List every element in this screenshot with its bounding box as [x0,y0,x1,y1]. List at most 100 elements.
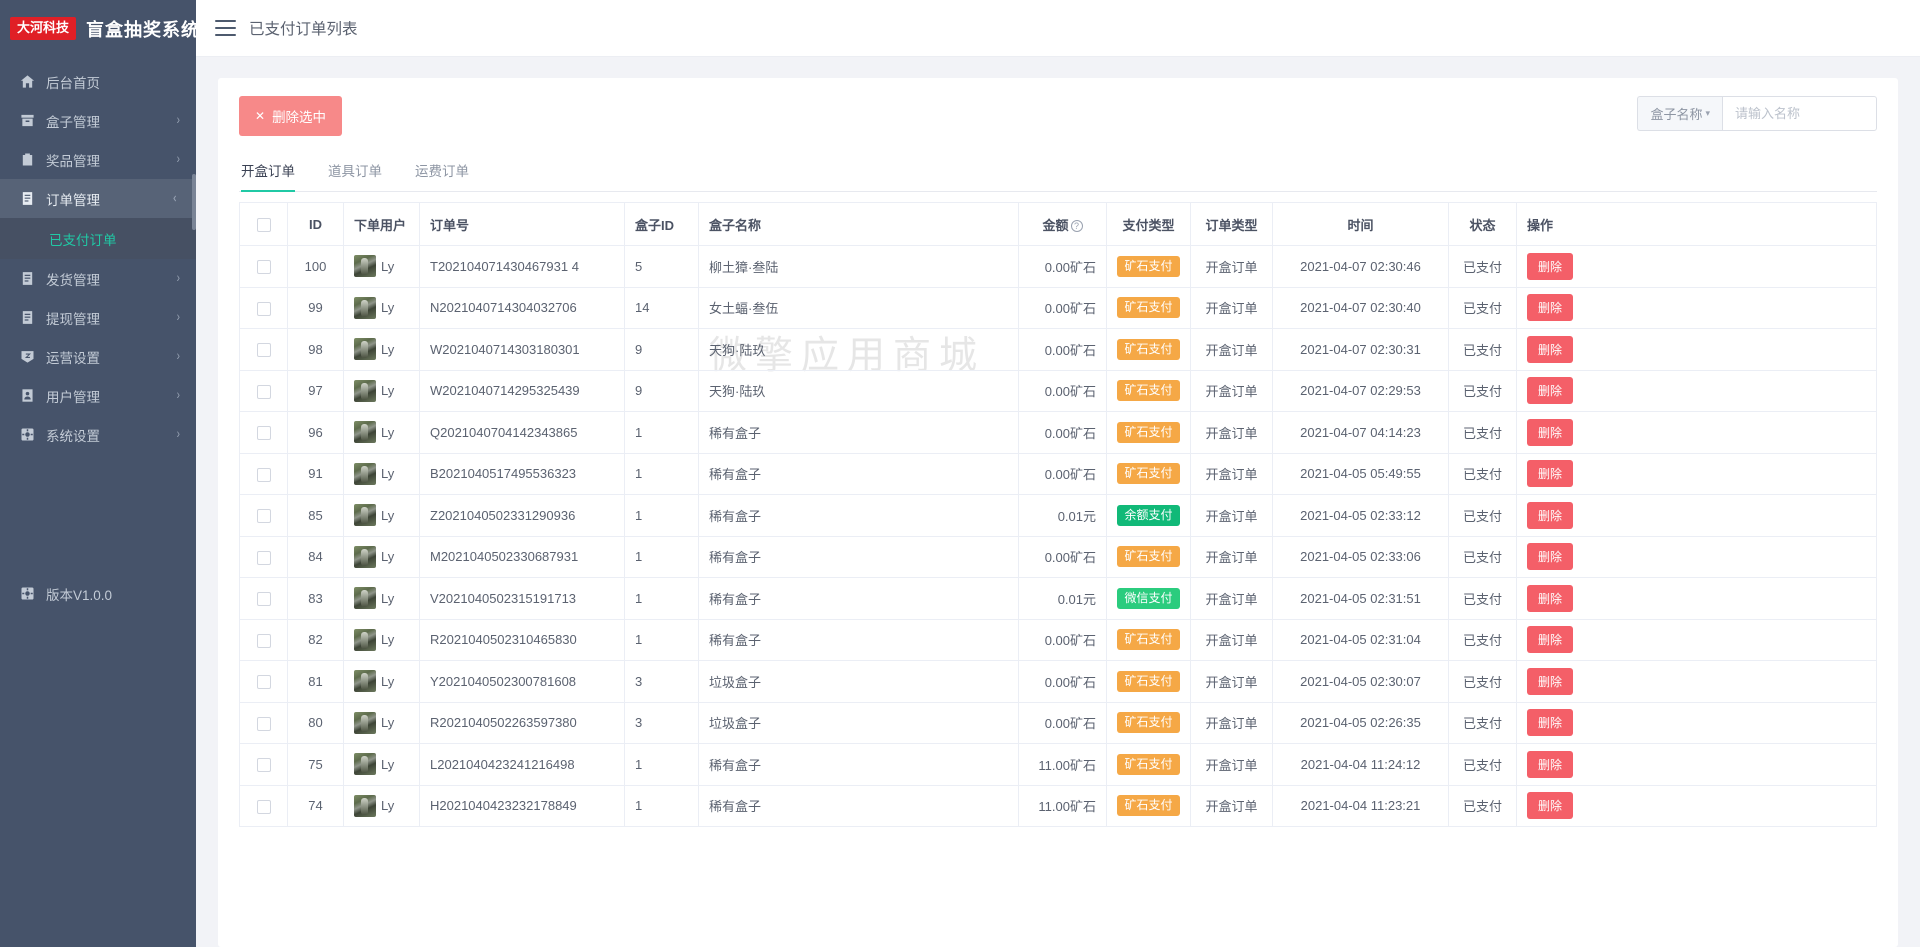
delete-row-button[interactable]: 删除 [1527,750,1574,778]
select-all-checkbox[interactable] [256,217,271,232]
avatar [354,794,376,817]
sidebar-item-shipping[interactable]: 发货管理 › [0,259,196,298]
delete-selected-button[interactable]: ✕ 删除选中 [239,96,343,136]
delete-row-button[interactable]: 删除 [1527,418,1574,446]
search-input[interactable] [1722,96,1877,131]
cell-user-name: Ly [381,258,395,274]
sidebar-item-order[interactable]: 订单管理 ⌄ [0,179,196,218]
tab-open-box-orders[interactable]: 开盒订单 [241,152,295,192]
row-checkbox[interactable] [256,384,271,399]
delete-row-button[interactable]: 删除 [1527,252,1574,280]
cell-amount: 0.00矿石 [1018,660,1107,703]
cell-box-name: 稀有盒子 [698,411,1019,454]
delete-row-button[interactable]: 删除 [1527,335,1574,363]
sidebar-item-users[interactable]: 用户管理 › [0,376,196,415]
header-action: 操作 [1516,202,1877,246]
sidebar-item-box[interactable]: 盒子管理 › [0,101,196,140]
tab-freight-orders[interactable]: 运费订单 [415,152,469,191]
chevron-right-icon-operations: › [176,348,180,365]
row-checkbox[interactable] [256,467,271,482]
cell-amount: 0.00矿石 [1018,411,1107,454]
row-checkbox[interactable] [256,758,271,773]
cell-order-no: T202104071430467931 4 [419,245,625,288]
help-circle-icon[interactable]: ? [1070,219,1083,232]
delete-row-button[interactable]: 删除 [1527,294,1574,322]
cell-time: 2021-04-05 02:30:07 [1272,660,1449,703]
header-amount-label: 金额 [1042,217,1069,233]
header-select-all [239,202,288,246]
sidebar-item-system[interactable]: 系统设置 › [0,415,196,454]
cell-pay-type: 矿石支付 [1106,784,1191,827]
sidebar: 大河科技 盲盒抽奖系统 后台首页 盒子管理 › 奖品管理 › 订单管理 ⌄ 已支… [0,0,196,947]
search-field-selector[interactable]: 盒子名称 ▾ [1637,96,1722,131]
delete-row-button[interactable]: 删除 [1527,377,1574,405]
content-region: ✕ 删除选中 盒子名称 ▾ 开盒订单 [196,57,1920,947]
row-checkbox[interactable] [256,260,271,275]
row-select-cell [239,369,288,412]
page-title: 已支付订单列表 [249,21,358,38]
search-group: 盒子名称 ▾ [1637,96,1877,131]
cell-amount: 0.00矿石 [1018,618,1107,661]
cell-pay-type: 矿石支付 [1106,618,1191,661]
row-checkbox[interactable] [256,426,271,441]
delete-row-button[interactable]: 删除 [1527,667,1574,695]
row-checkbox[interactable] [256,675,271,690]
hamburger-icon[interactable] [215,20,236,36]
sidebar-scrollbar[interactable] [192,174,196,230]
cell-box-name: 稀有盒子 [698,535,1019,578]
cell-box-name: 稀有盒子 [698,743,1019,786]
cell-box-name: 柳土獐·叁陆 [698,245,1019,288]
delete-row-button[interactable]: 删除 [1527,460,1574,488]
avatar [354,462,376,485]
row-checkbox[interactable] [256,509,271,524]
table-row: 98 Ly W2021040714303180301 9 天狗·陆玖 0.00矿石 矿石支付… [239,328,1877,371]
cell-amount: 0.00矿石 [1018,535,1107,578]
cell-order-no: R2021040502263597380 [419,701,625,744]
sidebar-item-prize[interactable]: 奖品管理 › [0,140,196,179]
avatar [354,296,376,319]
tab-item-orders[interactable]: 道具订单 [328,152,382,191]
cell-status: 已支付 [1448,411,1517,454]
delete-row-button[interactable]: 删除 [1527,543,1574,571]
delete-row-button[interactable]: 删除 [1527,501,1574,529]
version-icon [19,586,35,602]
cell-user: Ly [343,618,420,661]
row-checkbox[interactable] [256,343,271,358]
chevron-right-icon-users: › [176,387,180,404]
row-checkbox[interactable] [256,550,271,565]
cell-status: 已支付 [1448,328,1517,371]
cell-action: 删除 [1516,784,1877,827]
chevron-down-icon-search: ▾ [1705,108,1710,118]
sidebar-item-home[interactable]: 后台首页 [0,62,196,101]
row-checkbox[interactable] [256,799,271,814]
row-checkbox[interactable] [256,716,271,731]
cell-amount: 11.00矿石 [1018,743,1107,786]
delete-row-button[interactable]: 删除 [1527,792,1574,820]
row-checkbox[interactable] [256,301,271,316]
cell-box-id: 1 [624,743,699,786]
avatar [354,670,376,693]
cell-order-type: 开盒订单 [1190,784,1273,827]
cell-order-no: N2021040714304032706 [419,286,625,329]
delete-row-button[interactable]: 删除 [1527,709,1574,737]
table-row: 99 Ly N2021040714304032706 14 女土蝠·叁伍 0.00矿石 矿石… [239,286,1877,329]
sidebar-item-operations[interactable]: 运营设置 › [0,337,196,376]
sidebar-item-withdraw[interactable]: 提现管理 › [0,298,196,337]
chevron-right-icon-prize: › [176,151,180,168]
cell-pay-type: 矿石支付 [1106,535,1191,578]
cell-order-type: 开盒订单 [1190,701,1273,744]
cell-order-type: 开盒订单 [1190,494,1273,537]
row-checkbox[interactable] [256,592,271,607]
row-checkbox[interactable] [256,633,271,648]
cell-amount: 0.00矿石 [1018,369,1107,412]
header-order-type: 订单类型 [1190,202,1273,246]
sidebar-item-version[interactable]: 版本V1.0.0 [0,574,196,613]
box-icon [19,113,35,129]
delete-row-button[interactable]: 删除 [1527,584,1574,612]
cell-status: 已支付 [1448,535,1517,578]
cell-user-name: Ly [381,632,395,648]
table-row: 100 Ly T202104071430467931 4 5 柳土獐·叁陆 0.00矿石矿… [239,245,1877,288]
delete-row-button[interactable]: 删除 [1527,626,1574,654]
avatar [354,338,376,361]
sidebar-item-paid-orders[interactable]: 已支付订单 [0,218,196,259]
